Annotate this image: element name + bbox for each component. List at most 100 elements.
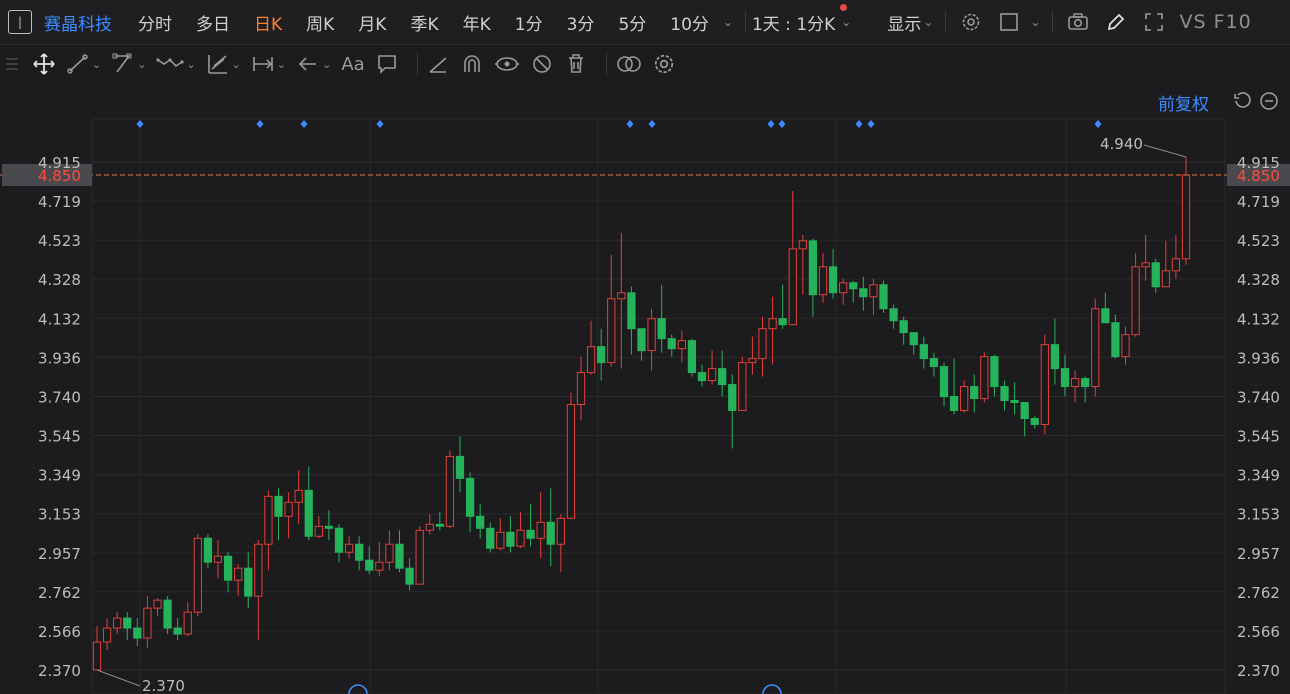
event-markers	[136, 120, 1102, 128]
candle-body	[607, 298, 616, 364]
layout-chevron-icon[interactable]: ⌄	[1030, 15, 1040, 29]
stock-name[interactable]: 赛晶科技	[44, 10, 112, 35]
display-menu[interactable]: 显示	[887, 10, 921, 35]
wave-tool[interactable]: ⌄	[156, 52, 196, 76]
vs-label[interactable]: VS	[1179, 11, 1206, 33]
candle-body	[153, 599, 162, 609]
range-tool[interactable]: ⌄	[251, 52, 286, 76]
period-more-chevron-icon[interactable]: ⌄	[723, 15, 733, 29]
tab-monthly-k[interactable]: 月K	[346, 10, 398, 35]
candle-body	[859, 288, 868, 298]
candle-body	[415, 529, 424, 585]
f10-label[interactable]: F10	[1214, 11, 1252, 33]
max-price-label: 4.940	[1100, 135, 1143, 153]
stock-selector-icon[interactable]: |	[8, 10, 32, 34]
tab-fenshi[interactable]: 分时	[126, 10, 184, 35]
magnet-tool[interactable]	[460, 52, 484, 76]
interval-selector[interactable]: 1天 : 1分K	[751, 3, 848, 35]
settings-gear-icon[interactable]	[959, 10, 983, 34]
polyline-icon	[112, 53, 132, 73]
tab-multi-day[interactable]: 多日	[184, 10, 242, 35]
candle-body	[334, 527, 344, 553]
polyline-tool-chevron-icon[interactable]: ⌄	[137, 58, 146, 71]
interval-chevron-icon[interactable]: ⌄	[841, 15, 851, 29]
candle-body	[1040, 344, 1049, 425]
line-tool[interactable]: ⌄	[66, 52, 101, 76]
candle-body	[929, 358, 939, 368]
candle-body	[647, 318, 656, 352]
y-tick-label-right: 2.566	[1237, 623, 1280, 641]
candle-body	[879, 284, 888, 310]
candle-body	[355, 543, 364, 561]
delete-drawings-tool[interactable]	[564, 52, 588, 76]
compare-icon	[616, 56, 641, 72]
y-tick-label-right: 3.349	[1237, 467, 1280, 485]
hide-drawings-tool[interactable]	[530, 52, 554, 76]
candle-body	[707, 368, 717, 382]
eye-link-tool[interactable]	[494, 52, 520, 76]
tab-yearly-k[interactable]: 年K	[451, 10, 503, 35]
fullscreen-icon[interactable]	[1142, 10, 1166, 34]
event-marker-icon	[136, 120, 144, 128]
vs-f10-group[interactable]: VS F10	[1179, 11, 1251, 33]
tab-1min[interactable]: 1分	[503, 10, 555, 35]
wave-tool-chevron-icon[interactable]: ⌄	[186, 58, 195, 71]
candle-body	[1091, 308, 1100, 388]
move-tool[interactable]	[32, 52, 56, 76]
reset-icon[interactable]	[1232, 91, 1252, 115]
candle-body	[677, 340, 686, 350]
adjust-mode-button[interactable]: 前复权	[1158, 90, 1209, 115]
candle-body	[516, 529, 525, 547]
text-tool[interactable]: Aa	[341, 54, 364, 75]
line-tool-chevron-icon[interactable]: ⌄	[92, 58, 101, 71]
bottom-event-icon	[348, 684, 368, 694]
candle-body	[284, 501, 293, 517]
candle-body	[455, 455, 465, 479]
hide-icon	[532, 55, 551, 73]
layout-square-icon[interactable]	[997, 10, 1021, 34]
event-marker-icon	[1094, 120, 1102, 128]
compare-tool[interactable]	[615, 52, 643, 76]
channel-tool-chevron-icon[interactable]: ⌄	[232, 58, 241, 71]
tab-10min[interactable]: 10分	[658, 10, 721, 35]
interval-label: 1天 : 1分K	[751, 14, 836, 35]
candles-group	[92, 157, 1191, 671]
display-chevron-icon[interactable]: ⌄	[923, 15, 933, 29]
candle-body	[435, 523, 444, 527]
candle-body	[657, 318, 666, 340]
candle-body	[213, 555, 223, 563]
y-tick-label-right: 3.936	[1237, 349, 1280, 367]
candle-body	[1020, 402, 1029, 419]
candle-body	[113, 617, 122, 629]
toolbar-grip-icon[interactable]	[6, 58, 18, 70]
event-marker-icon	[855, 120, 863, 128]
tab-5min[interactable]: 5分	[606, 10, 658, 35]
candle-body	[718, 368, 727, 386]
tab-quarterly-k[interactable]: 季K	[398, 10, 450, 35]
candlestick-chart[interactable]: 4.850 4.8504.9402.370 4.915 4.9154.719 4.71…	[0, 84, 1290, 694]
toolbar-settings-tool[interactable]	[653, 53, 675, 75]
camera-icon[interactable]	[1066, 10, 1090, 34]
pencil-icon[interactable]	[1104, 10, 1128, 34]
range-tool-chevron-icon[interactable]: ⌄	[277, 58, 286, 71]
tab-daily-k[interactable]: 日K	[242, 10, 294, 35]
comment-tool[interactable]	[375, 52, 399, 76]
arrow-tool[interactable]: ⌄	[296, 52, 331, 76]
wave-icon	[156, 58, 185, 68]
polyline-tool[interactable]: ⌄	[111, 52, 146, 76]
channel-tool[interactable]: ⌄	[206, 52, 241, 76]
candle-body	[395, 543, 404, 569]
tab-3min[interactable]: 3分	[555, 10, 607, 35]
y-tick-label-left: 4.719	[38, 193, 81, 211]
candle-body	[123, 617, 132, 629]
ruler-tool[interactable]	[426, 52, 450, 76]
tab-weekly-k[interactable]: 周K	[294, 10, 346, 35]
zoom-out-icon[interactable]	[1259, 91, 1279, 115]
display-label: 显示	[887, 14, 922, 35]
trash-icon	[568, 54, 583, 73]
line-icon	[67, 54, 88, 74]
divider	[945, 11, 947, 33]
arrow-tool-chevron-icon[interactable]: ⌄	[322, 58, 331, 71]
y-tick-label-left: 4.523	[38, 232, 81, 250]
candle-body	[970, 386, 979, 400]
